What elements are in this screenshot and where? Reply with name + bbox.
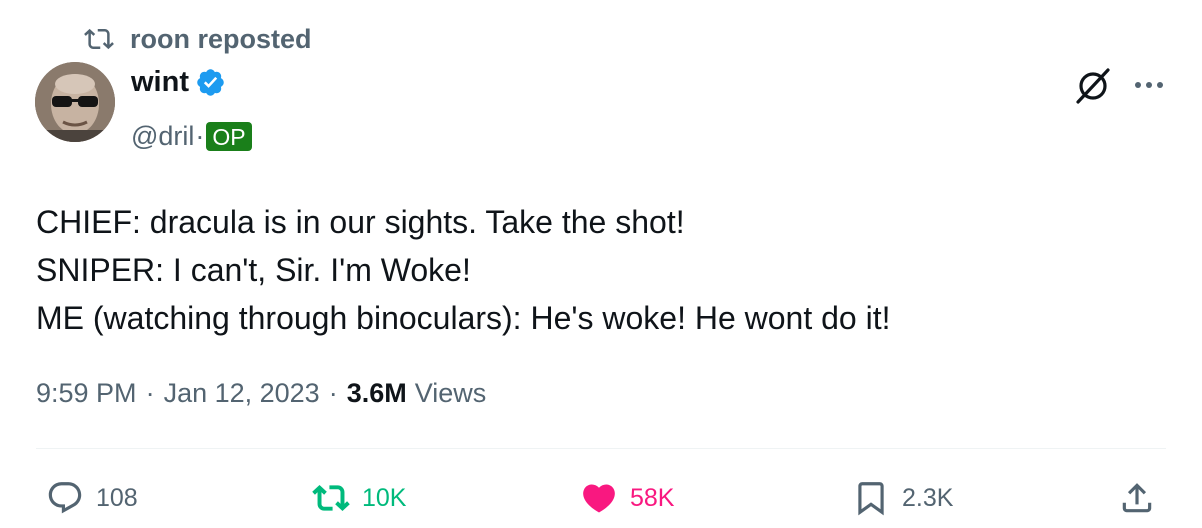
- tweet-time[interactable]: 9:59 PM: [36, 378, 137, 409]
- views-label[interactable]: Views: [415, 378, 487, 409]
- divider: [36, 448, 1166, 449]
- author-handle-row: @dril · OP: [131, 118, 252, 154]
- reply-count: 108: [96, 483, 138, 512]
- top-actions: [1072, 64, 1166, 106]
- like-count: 58K: [630, 483, 675, 512]
- like-button[interactable]: 58K: [580, 476, 674, 520]
- tweet-date[interactable]: Jan 12, 2023: [164, 378, 320, 409]
- reply-button[interactable]: 108: [46, 476, 138, 520]
- repost-button[interactable]: 10K: [312, 476, 406, 520]
- author-handle[interactable]: @dril: [131, 121, 194, 152]
- views-count[interactable]: 3.6M: [347, 378, 407, 409]
- reply-icon: [46, 479, 84, 517]
- avatar[interactable]: [35, 62, 115, 142]
- tweet-metadata: 9:59 PM · Jan 12, 2023 · 3.6M Views: [36, 373, 486, 413]
- tweet-line: CHIEF: dracula is in our sights. Take th…: [36, 204, 685, 240]
- tweet-card: roon reposted wint @dril · OP CHIEF: dra…: [0, 0, 1202, 528]
- bookmark-count: 2.3K: [902, 483, 954, 512]
- author-name-row[interactable]: wint: [131, 63, 226, 101]
- repost-icon: [84, 24, 114, 54]
- repost-count: 10K: [362, 483, 407, 512]
- more-options-icon[interactable]: [1132, 68, 1166, 102]
- share-button[interactable]: [1118, 476, 1156, 520]
- op-badge: OP: [206, 121, 252, 151]
- repost-indicator[interactable]: roon reposted: [84, 22, 312, 56]
- share-icon: [1118, 479, 1156, 517]
- slash-circle-icon[interactable]: [1072, 64, 1114, 106]
- meta-separator: ·: [145, 377, 155, 408]
- repost-action-icon: [312, 479, 350, 517]
- repost-label: roon reposted: [130, 23, 312, 54]
- verified-badge-icon[interactable]: [195, 67, 226, 98]
- tweet-line: SNIPER: I can't, Sir. I'm Woke!: [36, 252, 471, 288]
- tweet-text: CHIEF: dracula is in our sights. Take th…: [36, 198, 1166, 342]
- author-display-name[interactable]: wint: [131, 66, 189, 99]
- meta-separator: ·: [328, 377, 338, 408]
- bookmark-button[interactable]: 2.3K: [852, 476, 953, 520]
- handle-separator: ·: [195, 120, 205, 151]
- bookmark-icon: [852, 479, 890, 517]
- tweet-line: ME (watching through binoculars): He's w…: [36, 300, 891, 336]
- heart-icon: [580, 479, 618, 517]
